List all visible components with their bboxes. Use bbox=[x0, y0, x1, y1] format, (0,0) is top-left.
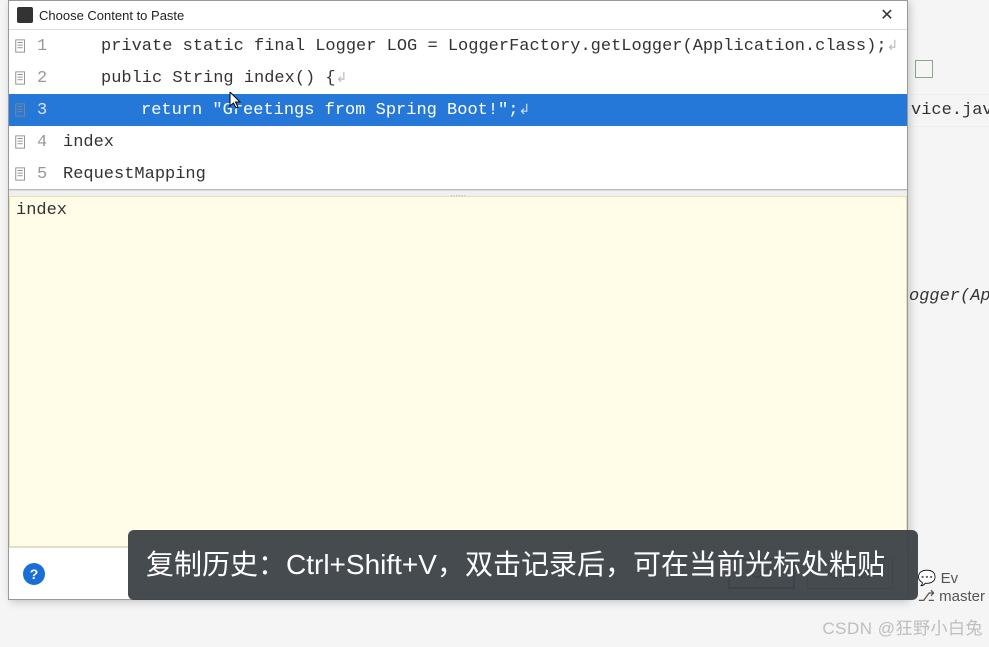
watermark-text: CSDN @狂野小白兔 bbox=[822, 614, 983, 639]
file-tab[interactable]: vice.java bbox=[909, 95, 989, 127]
row-number: 1 bbox=[37, 37, 63, 56]
list-item[interactable]: 1private static final Logger LOG = Logge… bbox=[9, 30, 907, 62]
dialog-title: Choose Content to Paste bbox=[39, 8, 184, 23]
mouse-cursor-icon bbox=[229, 92, 243, 110]
titlebar: Choose Content to Paste ✕ bbox=[9, 1, 907, 30]
list-item[interactable]: 3return "Greetings from Spring Boot!";↲ bbox=[9, 94, 907, 126]
text-snippet-icon bbox=[13, 70, 29, 86]
text-snippet-icon bbox=[13, 166, 29, 182]
background-editor: vice.java ogger(Ap bbox=[909, 50, 989, 306]
statusbar-fragment: 💬 Ev ⎇ master bbox=[914, 565, 989, 609]
close-icon[interactable]: ✕ bbox=[875, 5, 899, 25]
text-snippet-icon bbox=[13, 102, 29, 118]
row-number: 2 bbox=[37, 69, 63, 88]
preview-pane: index bbox=[9, 196, 907, 547]
app-icon bbox=[17, 7, 33, 23]
row-number: 4 bbox=[37, 133, 63, 152]
clipboard-list: 1private static final Logger LOG = Logge… bbox=[9, 30, 907, 190]
list-item[interactable]: 5RequestMapping bbox=[9, 158, 907, 190]
paste-dialog: Choose Content to Paste ✕ 1private stati… bbox=[8, 0, 908, 600]
text-snippet-icon bbox=[13, 38, 29, 54]
row-number: 3 bbox=[37, 101, 63, 120]
row-content: RequestMapping bbox=[63, 165, 206, 184]
row-content: return "Greetings from Spring Boot!";↲ bbox=[63, 101, 530, 120]
row-content: private static final Logger LOG = Logger… bbox=[63, 37, 898, 56]
list-item[interactable]: 2public String index() {↲ bbox=[9, 62, 907, 94]
list-item[interactable]: 4index bbox=[9, 126, 907, 158]
hint-tooltip: 复制历史：Ctrl+Shift+V，双击记录后，可在当前光标处粘贴 bbox=[128, 530, 918, 600]
text-snippet-icon bbox=[13, 134, 29, 150]
row-content: index bbox=[63, 133, 114, 152]
row-number: 5 bbox=[37, 165, 63, 184]
help-icon[interactable]: ? bbox=[23, 563, 45, 585]
code-fragment: ogger(Ap bbox=[909, 287, 989, 306]
row-content: public String index() {↲ bbox=[63, 69, 347, 88]
refresh-icon[interactable] bbox=[915, 60, 933, 78]
